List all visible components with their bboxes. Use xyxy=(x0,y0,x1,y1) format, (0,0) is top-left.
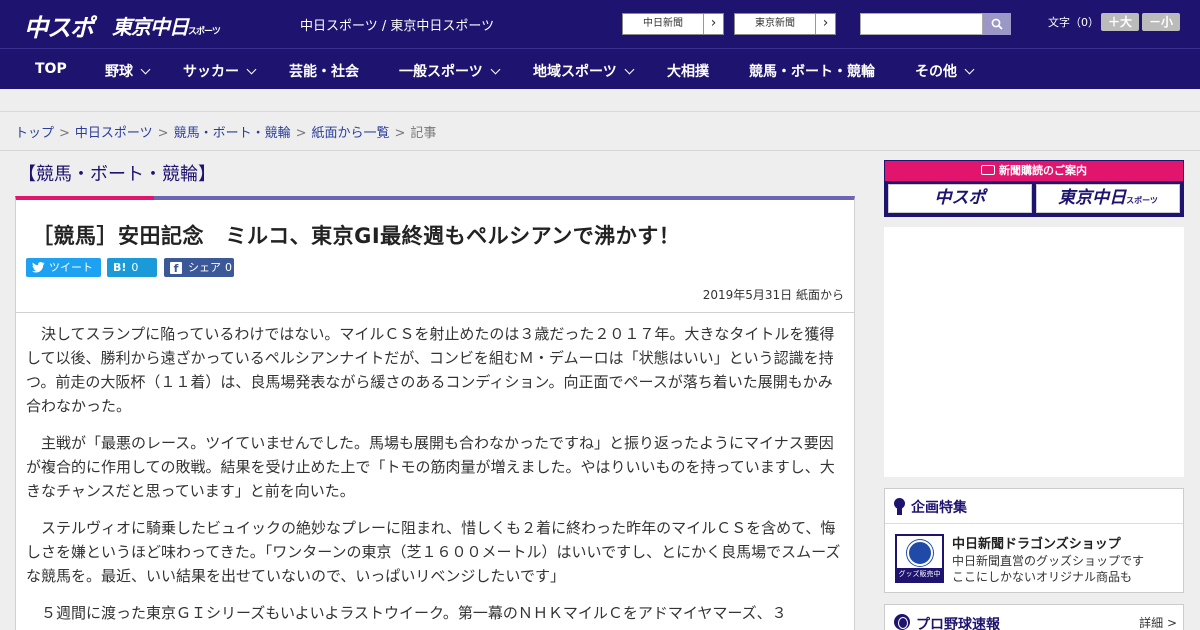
newspaper-icon xyxy=(981,165,995,175)
nav-other[interactable]: その他 xyxy=(915,61,975,81)
nav-entertainment[interactable]: 芸能・社会 xyxy=(289,61,359,81)
chevron-down-icon xyxy=(964,64,975,75)
nav-soccer-label: サッカー xyxy=(183,64,239,80)
breadcrumb-separator: > xyxy=(295,126,307,141)
font-size-label: 文字（0） xyxy=(1048,16,1099,29)
article-body: 決してスランプに陥っているわけではない。マイルＣＳを射止めたのは３歳だった２０１… xyxy=(26,322,844,630)
subscription-tokyo-logo-text: 東京中日 xyxy=(1058,188,1127,208)
dragons-shop-desc-line: ここにしかないオリジナル商品も xyxy=(952,570,1133,584)
tokyo-chunichi-logo-text: 東京中日 xyxy=(112,15,189,39)
site-links[interactable]: 中日スポーツ / 東京中日スポーツ xyxy=(300,15,494,34)
breadcrumb-top[interactable]: トップ xyxy=(15,126,54,141)
feature-title: 企画特集 xyxy=(911,500,967,516)
chuspo-logo[interactable]: 中スポ xyxy=(24,8,94,43)
dragons-shop-desc-line: 中日新聞直営のグッズショップです xyxy=(952,554,1145,568)
baseball-icon xyxy=(894,614,910,630)
facebook-icon: f xyxy=(170,261,182,275)
dragons-shop-image[interactable]: グッズ販売中 xyxy=(895,534,944,583)
hatena-bookmark-button[interactable]: B! 0 xyxy=(107,258,157,277)
goods-badge: グッズ販売中 xyxy=(897,568,942,581)
facebook-share-button[interactable]: f シェア 0 xyxy=(164,258,234,277)
breadcrumb-from-paper[interactable]: 紙面から一覧 xyxy=(312,126,390,141)
search-input[interactable] xyxy=(860,13,983,35)
subscription-tokyo-logo: 東京中日スポーツ xyxy=(1036,184,1180,213)
hatena-icon: B! xyxy=(113,261,127,274)
article-date: 2019年5月31日 紙面から xyxy=(702,288,844,302)
breadcrumb-chunichi-sports[interactable]: 中日スポーツ xyxy=(75,126,153,141)
pro-baseball-title: プロ野球速報 xyxy=(916,617,1000,630)
nav-entertainment-label: 芸能・社会 xyxy=(289,64,359,80)
ad-space xyxy=(884,227,1184,477)
top-header: 中スポ 東京中日スポーツ 中日スポーツ / 東京中日スポーツ 中日新聞 › 東京… xyxy=(0,0,1200,48)
chevron-right-icon: › xyxy=(815,14,835,34)
nav-general-sports-label: 一般スポーツ xyxy=(399,64,483,80)
subscription-title: 新聞購読のご案内 xyxy=(885,161,1183,181)
search-button[interactable] xyxy=(983,13,1011,35)
article-accent-bar xyxy=(16,196,154,200)
subscription-title-text: 新聞購読のご案内 xyxy=(999,164,1087,177)
tweet-button[interactable]: ツイート xyxy=(26,258,101,277)
subscription-banner[interactable]: 新聞購読のご案内 中スポ 東京中日スポーツ xyxy=(884,160,1184,217)
feature-header: 企画特集 xyxy=(885,489,1183,524)
breadcrumb-separator: > xyxy=(394,126,406,141)
ribbon-icon xyxy=(894,498,905,515)
tweet-label: ツイート xyxy=(49,261,93,274)
chevron-down-icon xyxy=(140,64,151,75)
breadcrumb-current: 記事 xyxy=(410,126,437,141)
nav-regional-sports[interactable]: 地域スポーツ xyxy=(533,61,635,81)
article-paragraph: ５週間に渡った東京ＧＩシリーズもいよいよラストウイーク。第一幕のＮＨＫマイルＣを… xyxy=(41,604,787,622)
nav-soccer[interactable]: サッカー xyxy=(183,61,257,81)
nav-general-sports[interactable]: 一般スポーツ xyxy=(399,61,501,81)
twitter-bird-icon xyxy=(32,262,45,273)
facebook-label: シェア xyxy=(188,261,221,274)
nav-sumo-label: 大相撲 xyxy=(667,64,709,80)
nav-sumo[interactable]: 大相撲 xyxy=(667,61,709,81)
chunichi-shimbun-label: 中日新聞 xyxy=(643,18,683,29)
dragons-shop-link[interactable]: 中日新聞ドラゴンズショップ xyxy=(952,533,1121,552)
search-icon xyxy=(991,18,1003,30)
tokyo-shimbun-button[interactable]: 東京新聞 › xyxy=(734,13,836,35)
nav-baseball[interactable]: 野球 xyxy=(105,61,151,81)
chevron-right-icon: › xyxy=(703,14,723,34)
sub-band xyxy=(0,89,1200,112)
tokyo-chunichi-logo[interactable]: 東京中日スポーツ xyxy=(112,11,221,40)
breadcrumb-separator: > xyxy=(157,126,169,141)
article: ［競馬］安田記念 ミルコ、東京GI最終週もペルシアンで沸かす！ ツイート B! … xyxy=(15,196,855,630)
chevron-down-icon xyxy=(490,64,501,75)
subscription-chuspo-logo: 中スポ xyxy=(888,184,1032,213)
breadcrumb: トップ > 中日スポーツ > 競馬・ボート・競輪 > 紙面から一覧 > 記事 xyxy=(15,122,436,141)
breadcrumb-racing[interactable]: 競馬・ボート・競輪 xyxy=(174,126,291,141)
nav-regional-sports-label: 地域スポーツ xyxy=(533,64,617,80)
nav-racing[interactable]: 競馬・ボート・競輪 xyxy=(749,61,875,81)
article-paragraph: ステルヴィオに騎乗したビュイックの絶妙なプレーに阻まれ、惜しくも２着に終わった昨… xyxy=(26,519,841,585)
dragons-shop-description: 中日新聞直営のグッズショップです ここにしかないオリジナル商品も xyxy=(952,553,1144,585)
breadcrumb-separator: > xyxy=(59,126,70,141)
nav-top[interactable]: TOP xyxy=(35,61,67,77)
dragons-mascot-icon xyxy=(907,540,933,566)
tokyo-shimbun-label: 東京新聞 xyxy=(755,18,795,29)
article-paragraph: 決してスランプに陥っているわけではない。マイルＣＳを射止めたのは３歳だった２０１… xyxy=(26,325,835,415)
pro-baseball-more-link[interactable]: 詳細 > xyxy=(1139,614,1177,630)
facebook-count: 0 xyxy=(225,261,232,274)
category-title: 【競馬・ボート・競輪】 xyxy=(18,164,216,185)
main-nav: TOP 野球 サッカー 芸能・社会 一般スポーツ 地域スポーツ 大相撲 競馬・ボ… xyxy=(0,48,1200,89)
breadcrumb-divider xyxy=(0,150,1200,151)
article-headline: ［競馬］安田記念 ミルコ、東京GI最終週もペルシアンで沸かす！ xyxy=(32,224,681,248)
pro-baseball-box: プロ野球速報 詳細 > xyxy=(884,604,1184,630)
chevron-down-icon xyxy=(624,64,635,75)
tokyo-chunichi-logo-suffix: スポーツ xyxy=(188,27,221,37)
hatena-count: 0 xyxy=(131,261,139,274)
nav-baseball-label: 野球 xyxy=(105,64,133,80)
feature-box: 企画特集 グッズ販売中 中日新聞ドラゴンズショップ 中日新聞直営のグッズショップ… xyxy=(884,488,1184,593)
font-larger-button[interactable]: ＋大 xyxy=(1101,13,1139,31)
article-paragraph: 主戦が「最悪のレース。ツイていませんでした。馬場も展開も合わなかったですね」と振… xyxy=(26,434,835,500)
nav-top-label: TOP xyxy=(35,61,67,77)
subscription-tokyo-logo-suffix: スポーツ xyxy=(1126,196,1158,205)
chunichi-shimbun-button[interactable]: 中日新聞 › xyxy=(622,13,724,35)
headline-divider xyxy=(16,312,854,313)
nav-racing-label: 競馬・ボート・競輪 xyxy=(749,64,875,80)
font-smaller-button[interactable]: －小 xyxy=(1142,13,1180,31)
nav-other-label: その他 xyxy=(915,64,957,80)
chevron-down-icon xyxy=(246,64,257,75)
